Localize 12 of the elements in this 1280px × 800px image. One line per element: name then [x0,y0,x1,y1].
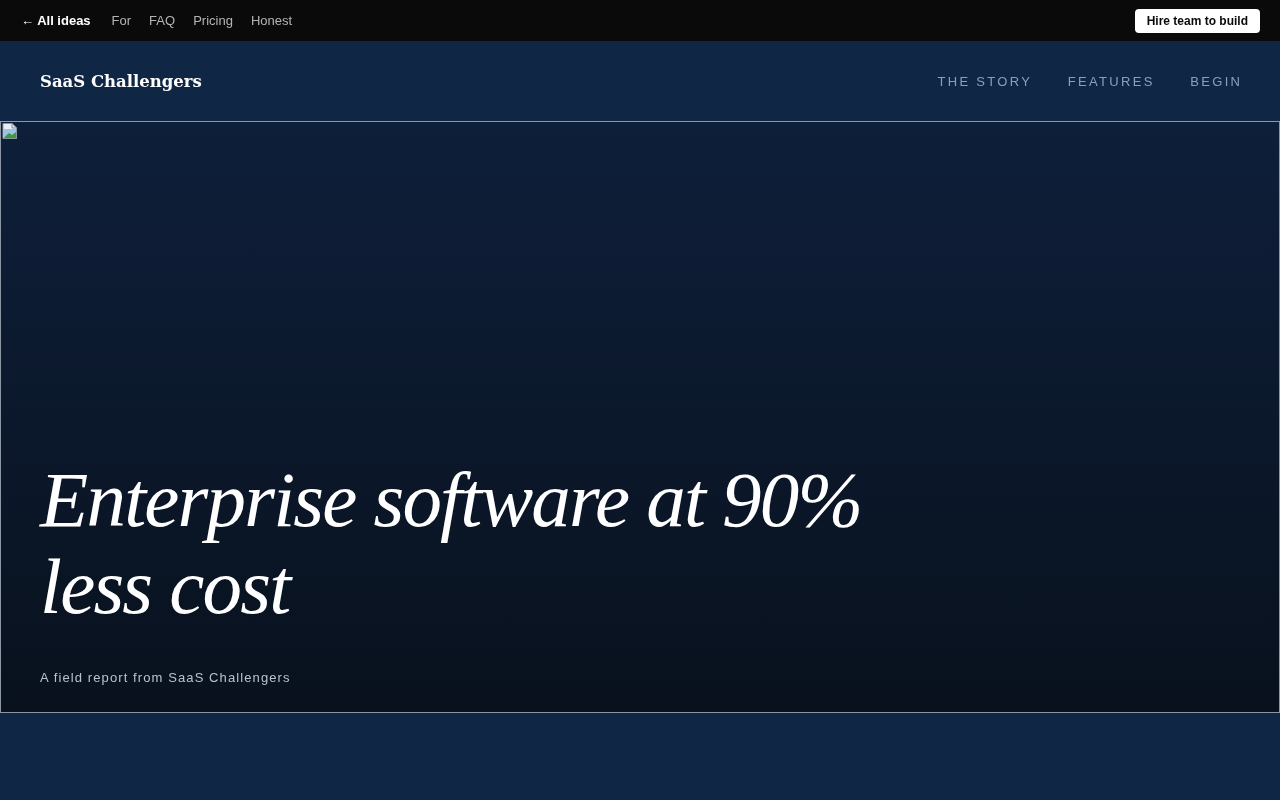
nav-link[interactable]: BEGIN [1190,73,1243,89]
nav-link[interactable]: THE STORY [937,73,1033,89]
top-nav-link[interactable]: Pricing [193,13,233,28]
brand-name[interactable]: SaaS Challengers [40,71,202,91]
hero-subtitle: A field report from SaaS Challengers [40,670,292,685]
nav-link[interactable]: FEATURES [1067,73,1155,89]
back-link[interactable]: ← All ideas [21,13,91,28]
hero-headline: Enterprise software at 90% less cost [40,456,863,630]
top-nav-link[interactable]: FAQ [149,13,176,28]
top-nav-link[interactable]: For [111,13,132,28]
hire-team-button[interactable]: Hire team to build [1134,8,1260,33]
top-nav-link[interactable]: Honest [250,13,293,28]
